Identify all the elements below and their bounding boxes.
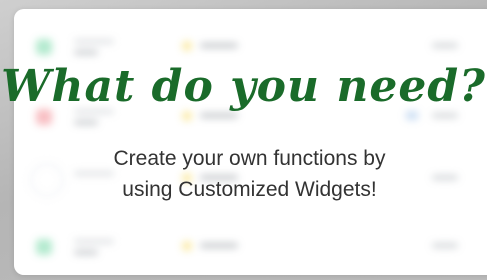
promo-subtext: Create your own functions by using Custo… [0,143,487,205]
widget-card [14,9,487,275]
frosted-overlay [14,9,487,275]
promo-subtext-line-1: Create your own functions by [113,147,386,170]
promo-subtext-line-2: using Customized Widgets! [122,178,377,201]
promo-headline: What do you need? [1,61,486,112]
